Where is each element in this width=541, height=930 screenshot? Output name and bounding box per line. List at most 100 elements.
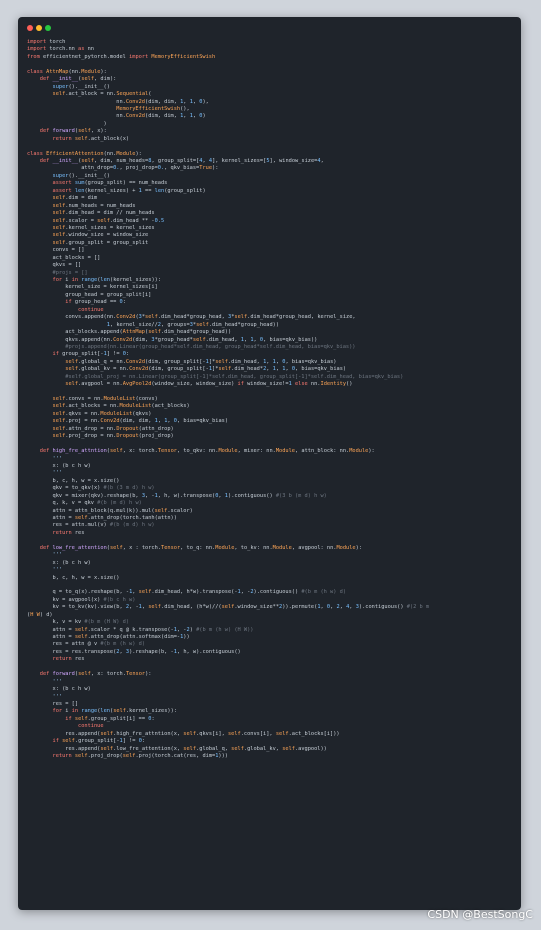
code-line: self.group_split = group_split: [52, 239, 149, 246]
code-line: x: (b c h w): [27, 686, 91, 693]
code-line: import torch.nn as nn: [27, 46, 94, 53]
code-line: #self.global_proj = nn.Linear(group_spli…: [65, 373, 404, 380]
code-line: ''': [52, 678, 63, 685]
code-line: res = []: [27, 700, 79, 707]
code-line: ''': [52, 455, 63, 462]
code-line: act_blocks.append(AttnMap(self.dim_head*…: [27, 329, 232, 336]
code-line: convs.append(nn.Conv2d(3*self.dim_head*g…: [27, 314, 356, 321]
code-line: convs = []: [27, 247, 85, 254]
code-line: import torch: [27, 39, 66, 45]
code-line: self.dim_head = dim // num_heads: [52, 210, 155, 217]
code-line: self.scalor = self.dim_head ** -0.5: [52, 217, 165, 224]
code-line: res = attn @ v #(b m (h w) d): [27, 641, 146, 648]
code-line: nn.Conv2d(dim, dim, 1, 1, 0),: [27, 98, 209, 105]
code-line: def forward(self, x: torch.Tensor):: [39, 671, 152, 678]
code-line: res.append(self.high_fre_attntion(x, sel…: [27, 730, 340, 737]
code-line: attn = self.attn_drop(torch.tanh(attn)): [27, 515, 177, 521]
minimize-dot[interactable]: [36, 25, 42, 31]
code-line: return self.act_block(x): [52, 135, 130, 142]
code-line: self.num_heads = num_heads: [52, 202, 136, 209]
code-line: class AttnMap(nn.Module):: [27, 68, 107, 75]
code-line: attn = attn_block(q.mul(k)).mul(self.sca…: [27, 507, 193, 514]
code-line: ''': [52, 693, 63, 700]
code-line: if self.group_split[i] == 0:: [65, 715, 155, 722]
code-line: for i in range(len(kernel_sizes)):: [52, 277, 162, 283]
code-line: super().__init__(): [52, 83, 110, 90]
code-line: attn_drop=0., proj_drop=0., qkv_bias=Tru…: [27, 165, 219, 172]
maximize-dot[interactable]: [45, 25, 51, 31]
code-line: group_head = group_split[i]: [27, 291, 152, 298]
code-line: self.act_block = nn.Sequential(: [52, 91, 152, 98]
code-line: k, v = kv #(b m (H W) d): [27, 619, 130, 626]
code-line: attn = self.attn_drop(attn.softmax(dim=-…: [27, 634, 190, 640]
code-line: return res: [52, 656, 85, 663]
code-line: x: (b c h w): [27, 559, 91, 566]
code-line: self.proj = nn.Conv2d(dim, dim, 1, 1, 0,…: [52, 418, 229, 425]
code-line: res = attn.mul(v) #(b (m d) h w): [27, 522, 155, 529]
code-line: qkv = to_qkv(x) #(b (3 m d) h w): [27, 485, 155, 492]
code-line: assert sum(group_split) == num_heads: [52, 180, 168, 187]
code-line: ''': [52, 552, 63, 559]
code-line: def forward(self, x):: [39, 128, 107, 135]
code-line: qkv = mixer(qkv).reshape(b, 3, -1, h, w)…: [27, 492, 327, 499]
code-line: assert len(kernel_sizes) + 1 == len(grou…: [52, 187, 206, 194]
code-line: continue: [78, 306, 104, 313]
code-line: self.attn_drop = nn.Dropout(attn_drop): [52, 425, 174, 432]
close-dot[interactable]: [27, 25, 33, 31]
code-block: import torch import torch.nn as nn from ef…: [27, 39, 515, 760]
code-line: res.append(self.low_fre_attention(x, sel…: [27, 745, 327, 752]
code-line: kv = avgpool(x) #(b c h w): [27, 596, 136, 603]
code-line: self.dim = dim: [52, 195, 98, 202]
code-line: def low_fre_attention(self, x : torch.Te…: [39, 544, 362, 551]
code-line: (H W) d): [27, 611, 53, 618]
code-line: from efficientnet_pytorch.model import M…: [27, 53, 216, 60]
code-window: import torch import torch.nn as nn from ef…: [18, 17, 521, 910]
code-line: b, c, h, w = x.size(): [27, 477, 120, 484]
code-line: res = res.transpose(2, 3).reshape(b, -1,…: [27, 648, 241, 655]
code-line: MemoryEfficientSwish(),: [116, 105, 190, 112]
code-line: attn = self.scalor * q @ k.transpose(-1,…: [27, 626, 254, 633]
code-line: self.avgpool = nn.AvgPool2d(window_size,…: [65, 381, 353, 388]
watermark: CSDN @BestSongC: [427, 908, 533, 921]
code-line: qkvs = []: [27, 262, 82, 269]
code-line: self.qkvs = nn.ModuleList(qkvs): [52, 410, 152, 417]
code-line: qkvs.append(nn.Conv2d(dim, 3*group_head*…: [27, 336, 318, 343]
code-line: ''': [52, 567, 63, 574]
code-line: q, k, v = qkv #(b (m d) h w): [27, 500, 142, 507]
code-line: self.global_kv = nn.Conv2d(dim, group_sp…: [65, 366, 347, 373]
code-line: q = to_q(x).reshape(b, -1, self.dim_head…: [27, 589, 347, 596]
code-line: kernel_size = kernel_sizes[i]: [27, 284, 158, 291]
code-line: class EfficientAttention(nn.Module):: [27, 150, 142, 157]
code-line: if group_split[-1] != 0:: [52, 351, 130, 358]
code-line: return res: [52, 529, 85, 536]
code-line: for i in range(len(self.kernel_sizes)):: [52, 708, 177, 715]
code-line: return self.proj_drop(self.proj(torch.ca…: [52, 753, 228, 759]
code-line: kv = to_kv(kv).view(b, 2, -1, self.dim_h…: [27, 604, 430, 611]
code-line: self.act_blocks = nn.ModuleList(act_bloc…: [52, 403, 190, 410]
code-line: nn.Conv2d(dim, dim, 1, 1, 0): [27, 113, 206, 120]
code-line: self.convs = nn.ModuleList(convs): [52, 396, 158, 402]
code-line: #projs = []: [52, 269, 88, 276]
code-line: #projs.append(nn.Linear(group_head*self.…: [65, 343, 356, 350]
code-line: x: (b c h w): [27, 462, 91, 469]
code-line: if group_head == 0:: [65, 299, 126, 306]
code-line: ): [27, 120, 107, 127]
code-line: 1, kernel_size//2, groups=3*self.dim_hea…: [106, 321, 280, 328]
code-line: self.kernel_sizes = kernel_sizes: [52, 224, 155, 231]
code-line: act_blocks = []: [27, 254, 101, 261]
code-line: if self.group_split[-1] != 0:: [52, 738, 146, 745]
code-line: b, c, h, w = x.size(): [27, 574, 120, 581]
code-line: self.window_size = window_size: [52, 232, 149, 239]
code-line: def high_fre_attntion(self, x: torch.Ten…: [39, 448, 375, 455]
code-line: self.global_q = nn.Conv2d(dim, group_spl…: [65, 358, 337, 365]
code-line: def __init__(self, dim, num_heads=8, gro…: [39, 158, 324, 164]
code-line: self.proj_drop = nn.Dropout(proj_drop): [52, 433, 174, 440]
window-titlebar: [18, 17, 521, 37]
